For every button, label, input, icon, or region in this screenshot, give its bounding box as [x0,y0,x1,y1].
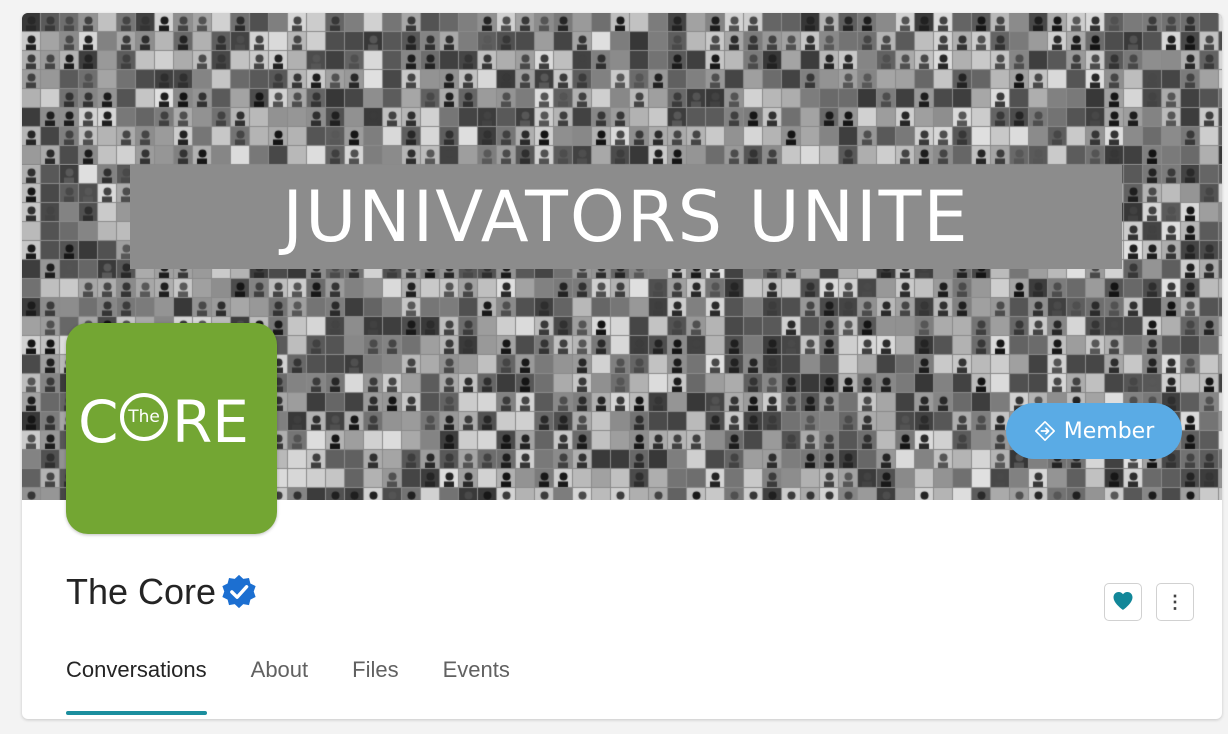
logo-ring-text: The [128,407,160,427]
tab-events[interactable]: Events [443,653,510,713]
diamond-arrows-icon [1034,420,1056,442]
member-button[interactable]: Member [1006,403,1182,459]
group-card: JUNIVATORS UNITE Member C The RE The Cor… [22,13,1222,719]
more-options-icon: ⋮ [1166,591,1184,612]
logo-ring: The [120,393,168,441]
tab-conversations[interactable]: Conversations [66,653,207,715]
member-button-label: Member [1063,418,1155,444]
verified-badge-icon [220,573,258,611]
logo-letter-c: C [78,388,119,456]
tab-label: Events [442,657,510,682]
cover-banner: JUNIVATORS UNITE [130,165,1122,269]
tab-label: Files [352,657,399,682]
group-logo: C The RE [66,323,277,534]
favorite-button[interactable] [1104,583,1142,621]
tab-files[interactable]: Files [352,653,398,713]
group-title-row: The Core [66,571,258,613]
tab-about[interactable]: About [251,653,309,713]
logo-letters-re: RE [172,388,249,456]
tab-label: Conversations [66,657,207,682]
tab-label: About [250,657,309,682]
group-tabs: Conversations About Files Events [66,653,510,715]
heart-icon [1111,589,1135,616]
group-title: The Core [66,571,217,612]
cover-banner-text: JUNIVATORS UNITE [282,176,970,258]
more-options-button[interactable]: ⋮ [1156,583,1194,621]
